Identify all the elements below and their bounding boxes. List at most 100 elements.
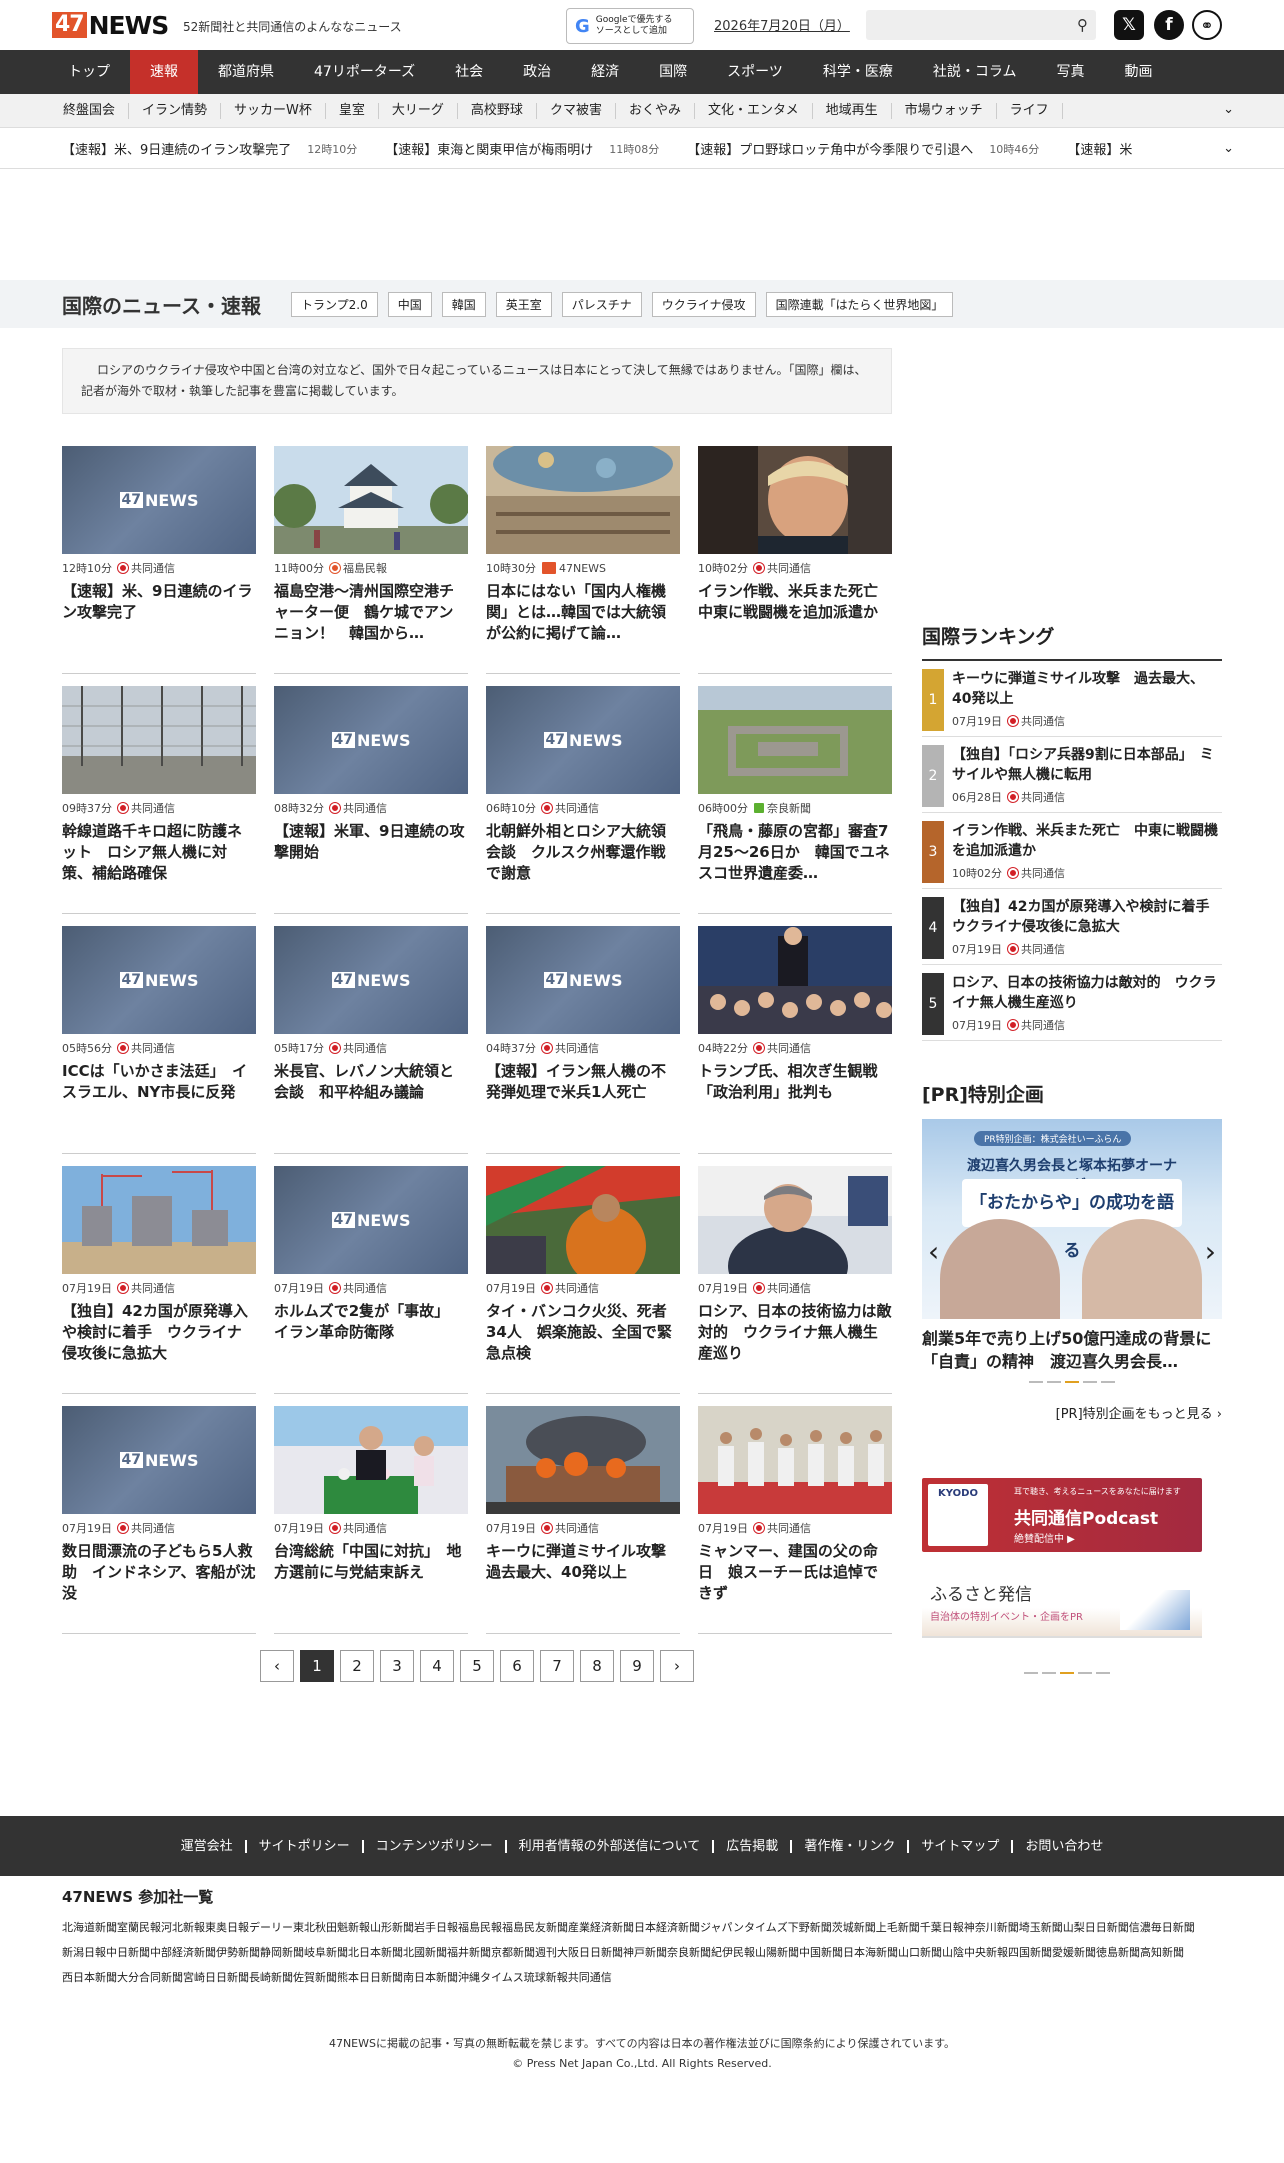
member-link[interactable]: 秋田魁新報 <box>315 1915 370 1940</box>
article-card[interactable]: 06時00分 奈良新聞 「飛鳥・藤原の宮都」審査7月25〜26日か 韓国でユネスコ世… <box>698 686 892 914</box>
ranking-item[interactable]: 2 【独自】「ロシア兵器9割に日本部品」 ミサイルや無人機に転用 06月28日 共同通… <box>922 737 1222 813</box>
member-link[interactable]: 東奥日報 <box>205 1915 249 1940</box>
nav-item[interactable]: 社会 <box>435 50 503 94</box>
pr-more-link[interactable]: [PR]特別企画をもっと見る › <box>922 1403 1222 1422</box>
carousel-dot[interactable] <box>1083 1381 1097 1383</box>
member-link[interactable]: 下野新聞 <box>788 1915 832 1940</box>
furusato-banner[interactable]: ふるさと発信 自治体の特別イベント・企画をPR <box>922 1566 1202 1638</box>
article-card[interactable]: 47 NEWS 12時10分 共同通信 【速報】米、9日連続のイラン攻撃完了 <box>62 446 256 674</box>
ticker-item[interactable]: 【速報】東海と関東甲信が梅雨明け 11時08分 <box>385 139 659 159</box>
member-link[interactable]: 週刊大阪日日新聞 <box>535 1940 623 1965</box>
section-tag[interactable]: 英王室 <box>495 291 552 317</box>
subnav-item[interactable]: ライフ <box>997 102 1063 119</box>
member-link[interactable]: 宮崎日日新聞 <box>183 1965 249 1990</box>
pr-article-title[interactable]: 創業5年で売り上げ50億円達成の背景に「自責」の精神 渡辺喜久男会長… <box>922 1327 1222 1373</box>
member-link[interactable]: 長崎新聞 <box>249 1965 293 1990</box>
pagination-prev[interactable]: ‹ <box>260 1650 294 1682</box>
article-thumbnail[interactable]: 47 NEWS <box>274 686 468 794</box>
google-preferred-source-button[interactable]: G Googleで優先する ソースとして追加 <box>566 8 694 44</box>
chevron-down-icon[interactable]: ⌄ <box>1223 102 1234 117</box>
pagination-page[interactable]: 9 <box>620 1650 654 1682</box>
article-thumbnail[interactable]: 47 NEWS <box>274 1166 468 1274</box>
member-link[interactable]: 山形新聞 <box>370 1915 414 1940</box>
article-thumbnail[interactable]: 47 NEWS <box>486 926 680 1034</box>
article-card[interactable]: 07月19日 共同通信 キーウに弾道ミサイル攻撃 過去最大、40発以上 <box>486 1406 680 1634</box>
article-card[interactable]: 47 NEWS 07月19日 共同通信 数日間漂流の子どもら5人救助 インドネシア、客船… <box>62 1406 256 1634</box>
podcast-banner[interactable]: KYODO 耳で聴き、考えるニュースをあなたに届けます 共同通信Podcast … <box>922 1478 1202 1552</box>
member-link[interactable]: 熊本日日新聞 <box>337 1965 403 1990</box>
member-link[interactable]: 中日新聞 <box>106 1940 150 1965</box>
member-link[interactable]: 山陽新聞 <box>755 1940 799 1965</box>
pagination-page[interactable]: 2 <box>340 1650 374 1682</box>
pagination-next[interactable]: › <box>660 1650 694 1682</box>
article-card[interactable]: 07月19日 共同通信 【独自】42カ国が原発導入や検討に着手 ウクライナ侵攻後に急… <box>62 1166 256 1394</box>
member-link[interactable]: 徳島新聞 <box>1096 1940 1140 1965</box>
ticker-item[interactable]: 【速報】米、9日連続のイラン攻撃完了 12時10分 <box>62 139 357 159</box>
subnav-item[interactable]: クマ被害 <box>537 102 616 119</box>
nav-item[interactable]: 経済 <box>571 50 639 94</box>
carousel-dot[interactable] <box>1047 1381 1061 1383</box>
pagination-page[interactable]: 6 <box>500 1650 534 1682</box>
section-tag[interactable]: ウクライナ侵攻 <box>651 291 756 317</box>
ranking-item[interactable]: 4 【独自】42カ国が原発導入や検討に着手 ウクライナ侵攻後に急拡大 07月19日 共… <box>922 889 1223 965</box>
article-card[interactable]: 10時02分 共同通信 イラン作戦、米兵また死亡 中東に戦闘機を追加派遣か <box>698 446 892 674</box>
member-link[interactable]: 千葉日報 <box>920 1915 964 1940</box>
member-link[interactable]: 奈良新聞 <box>667 1940 711 1965</box>
member-link[interactable]: 中部経済新聞 <box>150 1940 216 1965</box>
member-link[interactable]: 北海道新聞 <box>62 1915 117 1940</box>
x-icon[interactable]: 𝕏 <box>1114 10 1144 40</box>
subnav-item[interactable]: 市場ウォッチ <box>892 102 997 119</box>
carousel-dot[interactable] <box>1042 1672 1056 1674</box>
pagination-page[interactable]: 3 <box>380 1650 414 1682</box>
article-card[interactable]: 47 NEWS 07月19日 共同通信 ホルムズで2隻が「事故」 イラン革命防衛隊 <box>274 1166 468 1394</box>
article-card[interactable]: 07月19日 共同通信 ミャンマー、建国の父の命日 娘スーチー氏は追悼できず <box>698 1406 892 1634</box>
carousel-dot[interactable] <box>1029 1381 1043 1383</box>
search-input[interactable]: ⚲ <box>866 10 1096 40</box>
nav-item[interactable]: 写真 <box>1036 50 1104 94</box>
nav-item[interactable]: 動画 <box>1104 50 1172 94</box>
member-link[interactable]: 四国新聞 <box>1008 1940 1052 1965</box>
ranking-item[interactable]: 5 ロシア、日本の技術協力は敵対的 ウクライナ無人機生産巡り 07月19日 共同通信 <box>922 965 1222 1041</box>
pagination-page[interactable]: 8 <box>580 1650 614 1682</box>
member-link[interactable]: 産業経済新聞 <box>568 1915 634 1940</box>
member-link[interactable]: 山口新聞 <box>898 1940 942 1965</box>
member-link[interactable]: 神戸新聞 <box>623 1940 667 1965</box>
nav-item[interactable]: 国際 <box>639 50 707 94</box>
nav-item[interactable]: トップ <box>48 50 130 94</box>
member-link[interactable]: 北國新聞 <box>403 1940 447 1965</box>
member-link[interactable]: 神奈川新聞 <box>964 1915 1019 1940</box>
member-link[interactable]: 沖縄タイムス <box>458 1965 524 1990</box>
member-link[interactable]: 高知新聞 <box>1140 1940 1184 1965</box>
article-card[interactable]: 07月19日 共同通信 台湾総統「中国に対抗」 地方選前に与党結束訴え <box>274 1406 468 1634</box>
member-link[interactable]: 大分合同新聞 <box>117 1965 183 1990</box>
search-icon[interactable]: ⚲ <box>1077 16 1088 34</box>
nav-item[interactable]: スポーツ <box>707 50 803 94</box>
section-tag[interactable]: 中国 <box>387 291 432 317</box>
ticker-item[interactable]: 【速報】米 <box>1067 139 1148 158</box>
carousel-next-icon[interactable]: › <box>1205 1235 1216 1268</box>
footer-link[interactable]: サイトマップ <box>907 1839 1011 1853</box>
member-link[interactable]: 佐賀新聞 <box>293 1965 337 1990</box>
member-link[interactable]: 岩手日報 <box>414 1915 458 1940</box>
pagination-page[interactable]: 5 <box>460 1650 494 1682</box>
article-card[interactable]: 47 NEWS 08時32分 共同通信 【速報】米軍、9日連続の攻撃開始 <box>274 686 468 914</box>
member-link[interactable]: 琉球新報 <box>524 1965 568 1990</box>
nav-item[interactable]: 速報 <box>130 50 198 94</box>
article-thumbnail[interactable] <box>62 1166 256 1274</box>
footer-link[interactable]: 運営会社 <box>169 1840 245 1853</box>
ranking-item[interactable]: 1 キーウに弾道ミサイル攻撃 過去最大、40発以上 07月19日 共同通信 <box>922 661 1222 737</box>
carousel-dot[interactable] <box>1101 1381 1115 1383</box>
section-tag[interactable]: 国際連載「はたらく世界地図」 <box>765 291 954 317</box>
carousel-prev-icon[interactable]: ‹ <box>928 1235 939 1268</box>
article-thumbnail[interactable] <box>62 686 256 794</box>
article-card[interactable]: 09時37分 共同通信 幹線道路千キロ超に防護ネット ロシア無人機に対策、補給路確保 <box>62 686 256 914</box>
ticker-item[interactable]: 【速報】プロ野球ロッテ角中が今季限りで引退へ 10時46分 <box>687 139 1039 159</box>
member-link[interactable]: 茨城新聞 <box>832 1915 876 1940</box>
subnav-item[interactable]: イラン情勢 <box>129 102 222 119</box>
article-thumbnail[interactable]: 47 NEWS <box>62 446 256 554</box>
article-card[interactable]: 11時00分 福島民報 福島空港〜清州国際空港チャーター便 鶴ケ城でアンニョン！ 韓… <box>274 446 468 674</box>
section-tag[interactable]: パレスチナ <box>561 291 642 317</box>
member-link[interactable]: 共同通信 <box>568 1965 612 1990</box>
footer-link[interactable]: お問い合わせ <box>1011 1839 1115 1853</box>
subnav-item[interactable]: 終盤国会 <box>50 102 130 119</box>
